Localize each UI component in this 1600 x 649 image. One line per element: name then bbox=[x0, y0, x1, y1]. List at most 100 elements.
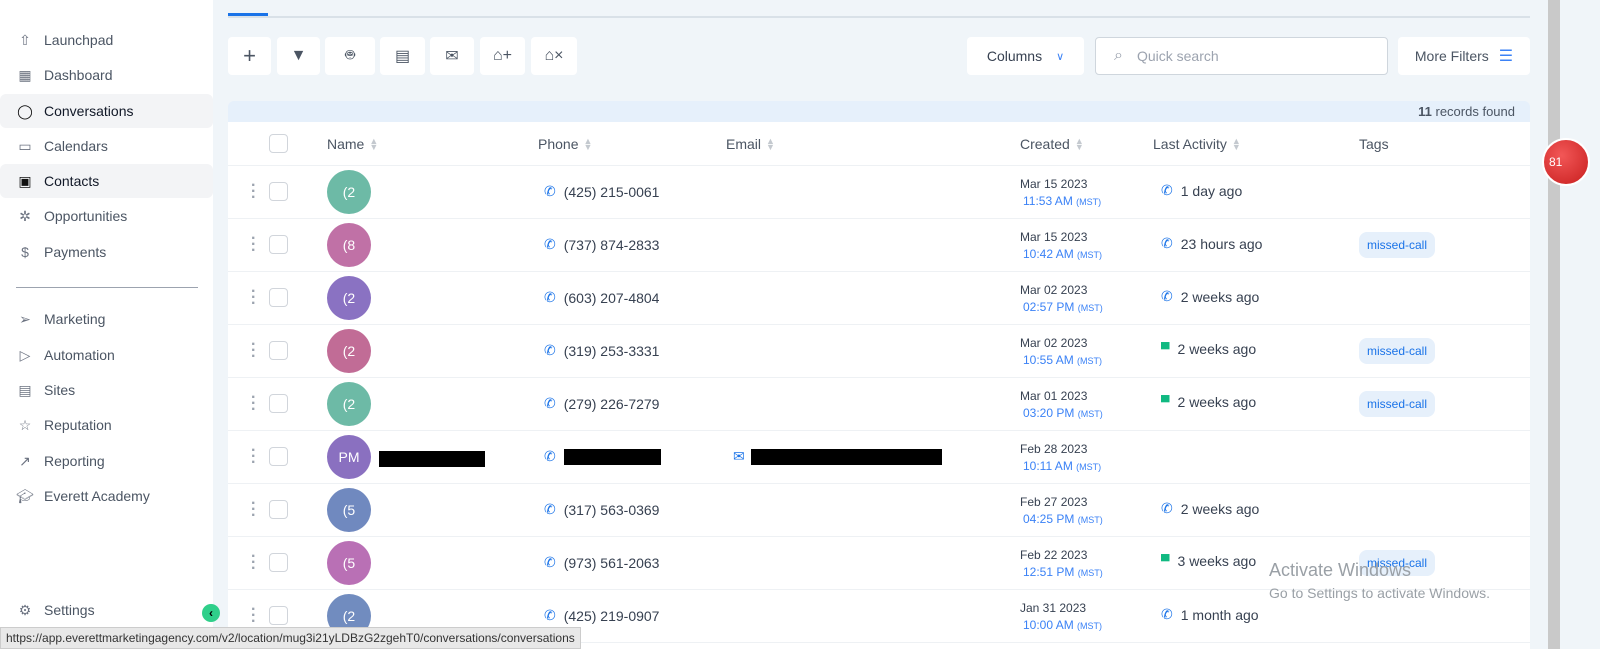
tag-badge[interactable]: missed-call bbox=[1359, 338, 1436, 364]
phone-cell[interactable]: ✆ (603) 207-4804 bbox=[544, 289, 659, 306]
avatar[interactable]: (5 bbox=[327, 488, 371, 532]
collapse-sidebar-button[interactable]: ‹ bbox=[202, 604, 220, 622]
sidebar-item-opportunities[interactable]: ✲ Opportunities bbox=[0, 199, 213, 233]
avatar[interactable]: (8 bbox=[327, 223, 371, 267]
row-checkbox[interactable] bbox=[269, 447, 288, 466]
table-row[interactable]: · · · (2 ✆ (319) 253-3331 Mar 02 2023 10:55 AM… bbox=[228, 325, 1530, 378]
sidebar-item-conversations[interactable]: ◯ Conversations bbox=[0, 94, 213, 128]
send-sms-button[interactable]: ▤ bbox=[380, 37, 425, 75]
sidebar-item-reputation[interactable]: ☆ Reputation bbox=[0, 408, 213, 442]
sidebar-item-marketing[interactable]: ➢ Marketing bbox=[0, 302, 213, 336]
tag-badge[interactable]: missed-call bbox=[1359, 232, 1436, 258]
drag-handle-icon[interactable]: · · · bbox=[251, 337, 256, 365]
drag-handle-icon[interactable]: · · · bbox=[251, 178, 256, 206]
phone-icon: ✆ bbox=[1161, 182, 1173, 198]
row-checkbox[interactable] bbox=[269, 606, 288, 625]
add-tag-button[interactable]: ⌂+ bbox=[480, 37, 525, 75]
row-checkbox[interactable] bbox=[269, 394, 288, 413]
more-filters-button[interactable]: More Filters ☰ bbox=[1398, 37, 1530, 75]
sidebar-item-launchpad[interactable]: ⇧ Launchpad bbox=[0, 23, 213, 57]
row-checkbox[interactable] bbox=[269, 500, 288, 519]
sidebar-item-automation[interactable]: ▷ Automation bbox=[0, 338, 213, 372]
sidebar-item-contacts[interactable]: ▣ Contacts bbox=[0, 164, 213, 198]
drag-handle-icon[interactable]: · · · bbox=[251, 602, 256, 630]
sidebar-item-label: Calendars bbox=[44, 138, 108, 154]
row-checkbox[interactable] bbox=[269, 553, 288, 572]
table-row[interactable]: · · · (2 ✆ (425) 215-0061 Mar 15 2023 11:53 AM… bbox=[228, 166, 1530, 219]
watermark-title: Activate Windows bbox=[1269, 560, 1412, 580]
watermark-subtitle: Go to Settings to activate Windows. bbox=[1269, 585, 1490, 601]
chevron-left-icon: ‹ bbox=[209, 606, 213, 620]
header-name[interactable]: Name ▲ ▼ bbox=[327, 136, 378, 152]
drag-handle-icon[interactable]: · · · bbox=[251, 496, 256, 524]
sidebar-item-everett-academy[interactable]: 🎓︎ Everett Academy bbox=[0, 479, 213, 513]
avatar-initials: (2 bbox=[342, 184, 356, 200]
quick-search[interactable]: ⌕ bbox=[1095, 37, 1388, 75]
phone-cell[interactable]: ✆ (319) 253-3331 bbox=[544, 342, 659, 359]
records-count: 11 bbox=[1418, 104, 1432, 119]
phone-cell[interactable]: ✆ (425) 219-0907 bbox=[544, 607, 659, 624]
phone-cell[interactable]: ✆ (737) 874-2833 bbox=[544, 236, 659, 253]
phone-icon: ✆ bbox=[544, 342, 556, 358]
drag-handle-icon[interactable]: · · · bbox=[251, 443, 256, 471]
sidebar-item-payments[interactable]: $ Payments bbox=[0, 235, 213, 269]
sidebar-item-settings[interactable]: ⚙ Settings bbox=[0, 593, 213, 627]
phone-cell[interactable]: ✆ (317) 563-0369 bbox=[544, 501, 659, 518]
header-email[interactable]: Email ▲ ▼ bbox=[726, 136, 775, 152]
avatar[interactable]: (2 bbox=[327, 382, 371, 426]
drag-handle-icon[interactable]: · · · bbox=[251, 390, 256, 418]
avatar[interactable]: (5 bbox=[327, 541, 371, 585]
table-row[interactable]: · · · (2 ✆ (279) 226-7279 Mar 01 2023 03:20 PM… bbox=[228, 378, 1530, 431]
avatar[interactable]: PM bbox=[327, 435, 371, 479]
header-last-activity[interactable]: Last Activity ▲ ▼ bbox=[1153, 136, 1241, 152]
quick-search-input[interactable] bbox=[1136, 48, 1357, 64]
avatar-initials: (2 bbox=[342, 608, 356, 624]
created-cell: Feb 22 2023 12:51 PM (MST) bbox=[1020, 547, 1103, 582]
table-row[interactable]: · · · PM ✆ ✉ Feb 28 2023 10:11 AM (MST) bbox=[228, 431, 1530, 484]
notification-badge[interactable]: 81 bbox=[1542, 138, 1590, 186]
phone-cell[interactable]: ✆ bbox=[544, 448, 661, 465]
row-checkbox[interactable] bbox=[269, 341, 288, 360]
phone-number: (317) 563-0369 bbox=[563, 501, 660, 518]
phone-cell[interactable]: ✆ (973) 561-2063 bbox=[544, 554, 659, 571]
last-activity-cell: ▀ 2 weeks ago bbox=[1161, 341, 1256, 357]
phone-number: (973) 561-2063 bbox=[563, 554, 660, 571]
table-row[interactable]: · · · (5 ✆ (317) 563-0369 Feb 27 2023 04:25 PM… bbox=[228, 484, 1530, 537]
phone-cell[interactable]: ✆ (425) 215-0061 bbox=[544, 183, 659, 200]
sites-icon: ▤ bbox=[18, 381, 32, 398]
scrollbar[interactable] bbox=[1548, 0, 1560, 649]
avatar[interactable]: (2 bbox=[327, 170, 371, 214]
row-checkbox[interactable] bbox=[269, 235, 288, 254]
avatar[interactable]: (2 bbox=[327, 276, 371, 320]
drag-handle-icon[interactable]: · · · bbox=[251, 284, 256, 312]
remove-tag-button[interactable]: ⌂× bbox=[531, 37, 577, 75]
table-row[interactable]: · · · (2 ✆ (603) 207-4804 Mar 02 2023 02:57 PM… bbox=[228, 272, 1530, 325]
filter-button[interactable]: ▼ bbox=[277, 37, 320, 75]
avatar[interactable]: (2 bbox=[327, 329, 371, 373]
email-cell[interactable]: ✉ bbox=[733, 448, 942, 465]
sidebar-item-reporting[interactable]: ↗ Reporting bbox=[0, 444, 213, 478]
timezone: (MST) bbox=[1077, 409, 1103, 419]
drag-handle-icon[interactable]: · · · bbox=[251, 549, 256, 577]
tag-badge[interactable]: missed-call bbox=[1359, 391, 1436, 417]
sms-icon: ▀ bbox=[1161, 554, 1170, 568]
more-filters-label: More Filters bbox=[1414, 48, 1489, 64]
tab-active-indicator[interactable] bbox=[228, 13, 268, 16]
row-checkbox[interactable] bbox=[269, 288, 288, 307]
select-all-checkbox[interactable] bbox=[269, 134, 288, 153]
sidebar-item-dashboard[interactable]: ▦ Dashboard bbox=[0, 58, 213, 92]
table-row[interactable]: · · · (8 ✆ (737) 874-2833 Mar 15 2023 10:42 AM… bbox=[228, 219, 1530, 272]
automation-button[interactable]: 🤖︎ bbox=[325, 37, 375, 75]
send-email-button[interactable]: ✉ bbox=[430, 37, 474, 75]
drag-handle-icon[interactable]: · · · bbox=[251, 231, 256, 259]
columns-dropdown[interactable]: Columns ∨ bbox=[967, 37, 1084, 75]
sidebar-item-sites[interactable]: ▤ Sites bbox=[0, 373, 213, 407]
header-phone[interactable]: Phone ▲ ▼ bbox=[538, 136, 592, 152]
sms-icon: ▀ bbox=[1161, 395, 1170, 409]
sidebar-item-calendars[interactable]: ▭ Calendars bbox=[0, 129, 213, 163]
add-contact-button[interactable]: + bbox=[228, 37, 271, 75]
phone-cell[interactable]: ✆ (279) 226-7279 bbox=[544, 395, 659, 412]
row-checkbox[interactable] bbox=[269, 182, 288, 201]
tag-remove-icon: ⌂× bbox=[544, 47, 564, 64]
header-created[interactable]: Created ▲ ▼ bbox=[1020, 136, 1084, 152]
